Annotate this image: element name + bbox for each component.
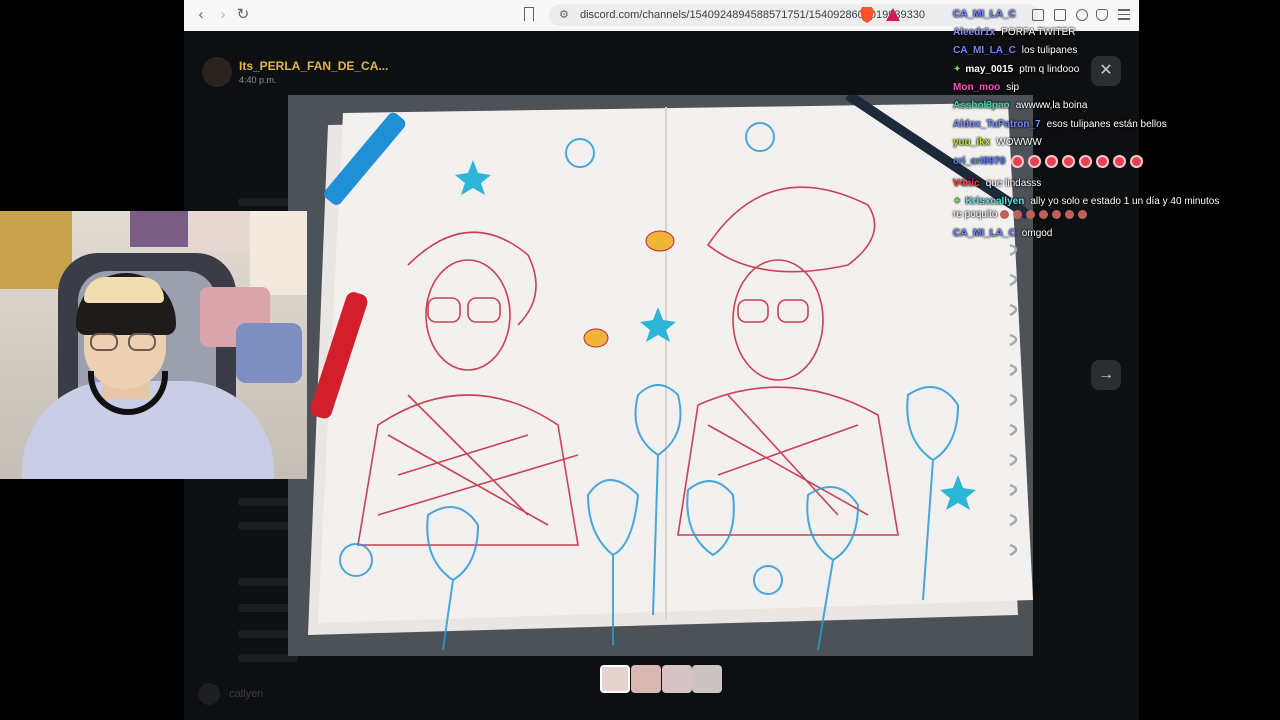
chat-username: Asshol3pao	[953, 100, 1010, 111]
smiley-emote-icon	[1013, 209, 1023, 219]
extension-icon[interactable]	[1032, 9, 1044, 21]
heart-emote-icon	[1113, 155, 1127, 168]
menu-icon[interactable]	[1118, 9, 1130, 21]
heart-emote-icon	[1130, 155, 1144, 168]
reload-icon[interactable]: ↻	[234, 6, 252, 24]
chat-text: ally yo solo e estado 1 un día y 40 minu…	[1030, 196, 1220, 207]
site-settings-icon[interactable]: ⚙	[559, 4, 569, 26]
close-button[interactable]: ✕	[1091, 56, 1121, 86]
webcam-feed	[0, 211, 307, 479]
chat-username: Aleedr1x	[953, 27, 996, 38]
chat-message: CA_MI_LA_C	[953, 9, 1022, 20]
leo-icon[interactable]	[1076, 9, 1088, 21]
heart-emote-icon	[1079, 155, 1093, 168]
chat-message: Aldox_TuPatron_7 esos tulipanes están bel…	[953, 119, 1167, 130]
thumbnail-4[interactable]	[692, 665, 722, 693]
heart-emote-icon	[1028, 155, 1042, 168]
heart-emote-icon	[1045, 155, 1059, 168]
attachment-image	[288, 95, 1033, 656]
next-image-button[interactable]: →	[1091, 360, 1121, 390]
chat-message: Aleedr1x PORFA TWITER	[953, 27, 1076, 38]
smiley-emote-icon	[1026, 209, 1036, 219]
chat-message: yuu_ikx WOWWW	[953, 137, 1042, 148]
smiley-emote-icon	[1052, 209, 1062, 219]
brave-rewards-icon[interactable]	[886, 8, 900, 21]
chat-username: cri_cri8970	[953, 156, 1006, 168]
chat-message: ✦ Krisxcallyen ally yo solo e estado 1 un …	[953, 196, 1219, 207]
chat-text: los tulipanes	[1021, 45, 1078, 56]
chat-message: cri_cri8970	[953, 155, 1147, 168]
author-avatar[interactable]	[202, 57, 232, 87]
chat-username: Krisxcallyen	[965, 196, 1025, 207]
back-icon[interactable]: ‹	[192, 6, 210, 24]
chat-message: CA_MI_LA_C omgod	[953, 228, 1052, 239]
thumbnail-2[interactable]	[631, 665, 661, 693]
smiley-emotes	[1000, 209, 1091, 220]
chat-message: Asshol3pao awwww,la boina	[953, 100, 1087, 111]
heart-emote-icon	[1062, 155, 1076, 168]
chat-text: esos tulipanes están bellos	[1046, 119, 1167, 130]
heart-emote-icon	[1096, 155, 1110, 168]
post-time: 4:40 p.m.	[239, 75, 277, 85]
vpn-icon[interactable]	[1096, 9, 1108, 21]
chat-message-continued: re poquito	[953, 209, 1091, 220]
chat-username: CA_MI_LA_C	[953, 228, 1016, 239]
thumbnail-1[interactable]	[600, 665, 630, 693]
chat-username: V4nic	[953, 178, 980, 189]
smiley-emote-icon	[1000, 209, 1010, 219]
chat-text: sip	[1006, 82, 1020, 93]
avatar[interactable]	[198, 683, 220, 705]
chat-username: may_0015	[965, 64, 1014, 75]
chat-text: omgod	[1021, 228, 1053, 239]
sidebar-icon[interactable]	[1054, 9, 1066, 21]
sparkle-icon: ✦	[953, 196, 962, 207]
sparkle-icon: ✦	[953, 64, 962, 75]
chat-message: Mon_moo sip	[953, 82, 1019, 93]
forward-icon[interactable]: ›	[214, 6, 232, 24]
chat-text: WOWWW	[996, 137, 1042, 148]
chat-username: Aldox_TuPatron_7	[953, 119, 1041, 130]
chat-username: CA_MI_LA_C	[953, 9, 1016, 20]
author-name[interactable]: Its_PERLA_FAN_DE_CA...	[239, 59, 388, 73]
chat-username: Mon_moo	[953, 82, 1001, 93]
chat-message: CA_MI_LA_C los tulipanes	[953, 45, 1077, 56]
username: callyen	[229, 687, 264, 700]
chat-text: ptm q lindooo	[1019, 64, 1080, 75]
heart-emote-icon	[1011, 155, 1025, 168]
chat-text: que lindasss	[985, 178, 1042, 189]
smiley-emote-icon	[1065, 209, 1075, 219]
thumbnail-3[interactable]	[662, 665, 692, 693]
chat-text: PORFA TWITER	[1001, 27, 1076, 38]
smiley-emote-icon	[1078, 209, 1088, 219]
user-panel: callyen	[198, 683, 263, 705]
chat-text: awwww,la boina	[1015, 100, 1088, 111]
heart-emotes	[1011, 155, 1147, 168]
chat-username: yuu_ikx	[953, 137, 991, 148]
chat-text: re poquito	[953, 209, 998, 220]
chat-message: ✦ may_0015 ptm q lindooo	[953, 64, 1079, 75]
url-text: discord.com/channels/1540924894588571751…	[580, 9, 925, 21]
smiley-emote-icon	[1039, 209, 1049, 219]
chat-username: CA_MI_LA_C	[953, 45, 1016, 56]
chat-message: V4nic que lindasss	[953, 178, 1041, 189]
bookmark-icon[interactable]	[524, 7, 534, 21]
